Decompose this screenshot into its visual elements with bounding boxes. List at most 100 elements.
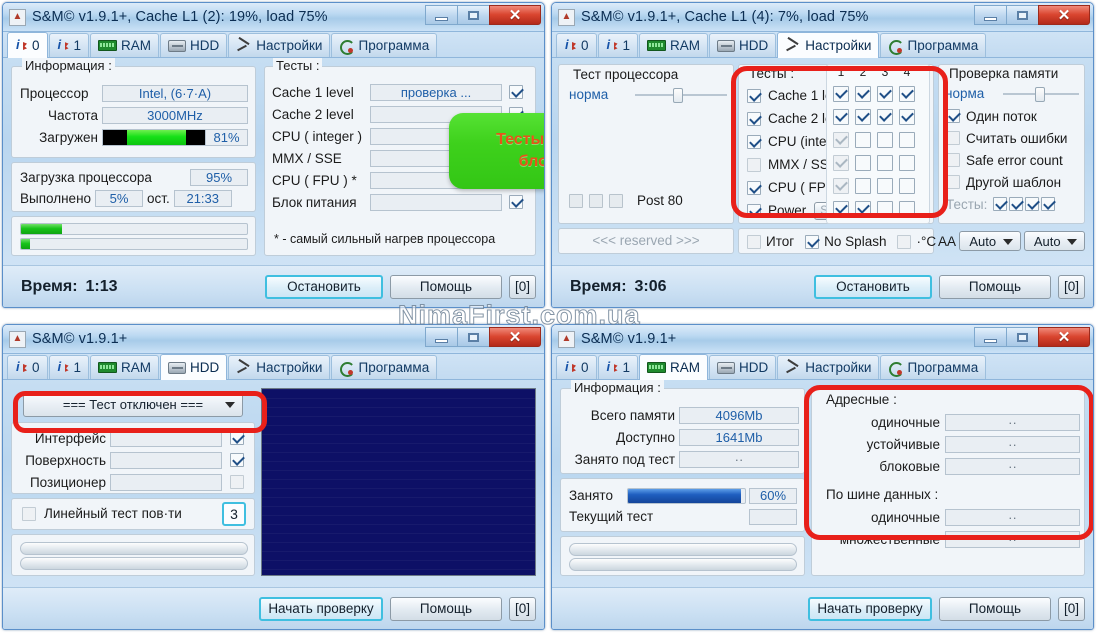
- core-checkbox[interactable]: [855, 154, 871, 171]
- core-checkbox[interactable]: [877, 154, 893, 171]
- memory-option-checkbox[interactable]: [946, 131, 960, 145]
- close-button[interactable]: ✕: [489, 5, 541, 25]
- maximize-button[interactable]: [1006, 327, 1039, 347]
- core-checkbox[interactable]: [855, 85, 871, 102]
- hdd-test-checkbox[interactable]: [230, 431, 244, 445]
- core-checkbox[interactable]: [877, 108, 893, 125]
- memory-test-checkbox[interactable]: [1009, 197, 1024, 211]
- core-checkbox[interactable]: [833, 200, 849, 217]
- core-checkbox[interactable]: [855, 177, 871, 194]
- core-checkbox[interactable]: [833, 85, 849, 102]
- core-checkbox[interactable]: [899, 177, 915, 194]
- minimize-button[interactable]: [974, 327, 1007, 347]
- counter-button[interactable]: [0]: [508, 596, 536, 621]
- memory-test-checkbox[interactable]: [1025, 197, 1040, 211]
- tab-settings[interactable]: Настройки: [228, 33, 331, 57]
- close-button[interactable]: ✕: [489, 327, 541, 347]
- counter-button[interactable]: [0]: [1057, 274, 1085, 299]
- minimize-button[interactable]: [425, 5, 458, 25]
- test-enable-checkbox[interactable]: [509, 85, 523, 99]
- tab-hdd[interactable]: HDD: [709, 33, 777, 57]
- titlebar-cpu[interactable]: ▲ S&M© v1.9.1+, Cache L1 (2): 19%, load …: [3, 3, 544, 32]
- cpu-level-slider[interactable]: [635, 87, 727, 103]
- test-enable-checkbox[interactable]: [509, 195, 523, 209]
- tab-program[interactable]: Программа: [880, 33, 987, 57]
- memory-test-checkbox[interactable]: [1041, 197, 1056, 211]
- core-checkbox[interactable]: [855, 200, 871, 217]
- linear-test-checkbox[interactable]: [22, 506, 36, 521]
- tab-ram[interactable]: RAM: [639, 354, 709, 380]
- tab-cpu1[interactable]: 1: [597, 33, 639, 57]
- tab-settings[interactable]: Настройки: [777, 32, 880, 58]
- test-enable-checkbox[interactable]: [747, 134, 761, 149]
- test-enable-checkbox[interactable]: [747, 157, 761, 172]
- close-button[interactable]: ✕: [1038, 5, 1090, 25]
- stop-button[interactable]: Остановить: [264, 274, 383, 299]
- help-button[interactable]: Помощь: [389, 596, 502, 621]
- memory-option-checkbox[interactable]: [946, 153, 960, 167]
- core-checkbox[interactable]: [855, 131, 871, 148]
- core-checkbox[interactable]: [899, 200, 915, 217]
- maximize-button[interactable]: [1006, 5, 1039, 25]
- tab-cpu0[interactable]: 0: [556, 33, 597, 57]
- total-checkbox[interactable]: [747, 234, 761, 249]
- tab-program[interactable]: Программа: [331, 33, 438, 57]
- tab-settings[interactable]: Настройки: [228, 355, 331, 379]
- titlebar-settings[interactable]: ▲ S&M© v1.9.1+, Cache L1 (4): 7%, load 7…: [552, 3, 1093, 32]
- hdd-test-checkbox[interactable]: [230, 453, 244, 467]
- tab-cpu1[interactable]: 1: [48, 355, 90, 379]
- tab-hdd[interactable]: HDD: [160, 354, 228, 380]
- tab-cpu1[interactable]: 1: [48, 33, 90, 57]
- tab-cpu0[interactable]: 0: [7, 355, 48, 379]
- linear-test-count-field[interactable]: 3: [222, 502, 246, 526]
- memory-option-checkbox[interactable]: [946, 175, 960, 189]
- core-checkbox[interactable]: [899, 85, 915, 102]
- core-checkbox[interactable]: [877, 131, 893, 148]
- core-checkbox[interactable]: [877, 200, 893, 217]
- core-checkbox[interactable]: [899, 108, 915, 125]
- start-check-button[interactable]: Начать проверку: [258, 596, 383, 621]
- titlebar-hdd[interactable]: ▲ S&M© v1.9.1+ ✕: [3, 325, 544, 354]
- help-button[interactable]: Помощь: [389, 274, 502, 299]
- tab-cpu0[interactable]: 0: [7, 32, 48, 58]
- test-enable-checkbox[interactable]: [747, 180, 761, 195]
- aa-combo-right[interactable]: Auto: [1023, 231, 1085, 251]
- tab-cpu1[interactable]: 1: [597, 355, 639, 379]
- core-checkbox[interactable]: [877, 85, 893, 102]
- core-checkbox[interactable]: [833, 108, 849, 125]
- counter-button[interactable]: [0]: [508, 274, 536, 299]
- core-checkbox[interactable]: [899, 154, 915, 171]
- tab-hdd[interactable]: HDD: [160, 33, 228, 57]
- core-checkbox[interactable]: [855, 108, 871, 125]
- tab-ram[interactable]: RAM: [90, 33, 160, 57]
- test-enable-checkbox[interactable]: [747, 88, 761, 103]
- tab-cpu0[interactable]: 0: [556, 355, 597, 379]
- post80-checkbox-3[interactable]: [609, 193, 623, 208]
- test-enable-checkbox[interactable]: [747, 111, 761, 126]
- tab-settings[interactable]: Настройки: [777, 355, 880, 379]
- core-checkbox[interactable]: [899, 131, 915, 148]
- maximize-button[interactable]: [457, 327, 490, 347]
- tab-program[interactable]: Программа: [331, 355, 438, 379]
- minimize-button[interactable]: [974, 5, 1007, 25]
- hdd-drive-select[interactable]: === Тест отключен ===: [23, 392, 243, 417]
- tab-ram[interactable]: RAM: [90, 355, 160, 379]
- memory-option-checkbox[interactable]: [946, 109, 960, 123]
- help-button[interactable]: Помощь: [938, 274, 1051, 299]
- start-check-button[interactable]: Начать проверку: [807, 596, 932, 621]
- close-button[interactable]: ✕: [1038, 327, 1090, 347]
- hdd-test-checkbox[interactable]: [230, 475, 244, 489]
- tab-ram[interactable]: RAM: [639, 33, 709, 57]
- test-enable-checkbox[interactable]: [747, 203, 761, 218]
- core-checkbox[interactable]: [833, 154, 849, 171]
- maximize-button[interactable]: [457, 5, 490, 25]
- core-checkbox[interactable]: [833, 177, 849, 194]
- titlebar-ram[interactable]: ▲ S&M© v1.9.1+ ✕: [552, 325, 1093, 354]
- aa-combo-left[interactable]: Auto: [959, 231, 1021, 251]
- stop-button[interactable]: Остановить: [813, 274, 932, 299]
- tab-hdd[interactable]: HDD: [709, 355, 777, 379]
- post80-checkbox-2[interactable]: [589, 193, 603, 208]
- memory-test-checkbox[interactable]: [993, 197, 1008, 211]
- core-checkbox[interactable]: [877, 177, 893, 194]
- help-button[interactable]: Помощь: [938, 596, 1051, 621]
